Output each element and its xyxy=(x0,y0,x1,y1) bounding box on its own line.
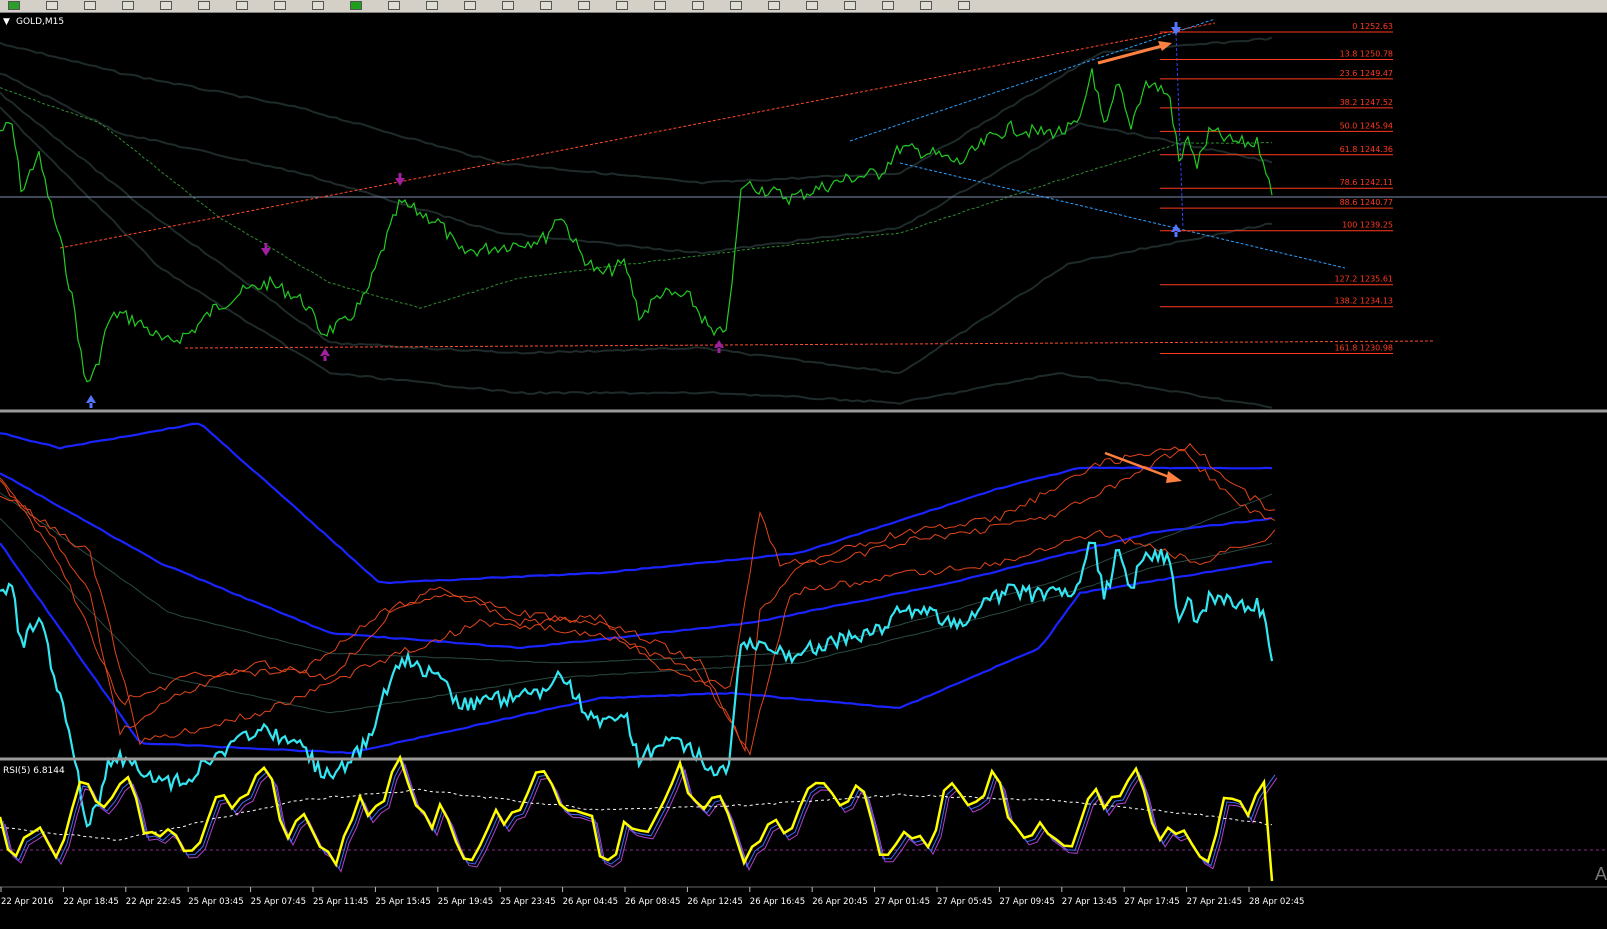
osc-red-line-0 xyxy=(0,443,1276,737)
time-label-6: 25 Apr 15:45 xyxy=(375,897,430,907)
time-label-13: 26 Apr 20:45 xyxy=(812,897,867,907)
fib-level-label-3: 38.2 1247.52 xyxy=(1340,98,1393,107)
time-label-10: 26 Apr 08:45 xyxy=(625,897,680,907)
osc-red-line-2 xyxy=(0,495,1276,756)
channel-icon[interactable] xyxy=(540,1,552,10)
time-label-20: 28 Apr 02:45 xyxy=(1249,897,1304,907)
cursor-icon[interactable] xyxy=(464,1,476,10)
timeframe-W1[interactable] xyxy=(920,1,932,10)
time-label-1: 22 Apr 18:45 xyxy=(63,897,118,907)
rsi-line xyxy=(0,754,1274,882)
crosshair-icon[interactable] xyxy=(236,1,248,10)
line-icon[interactable] xyxy=(312,1,324,10)
arrow-icon[interactable] xyxy=(616,1,628,10)
oscillator-panel[interactable] xyxy=(0,422,1276,828)
tile-icon[interactable] xyxy=(160,1,172,10)
time-label-2: 22 Apr 22:45 xyxy=(126,897,181,907)
main-panel-title: GOLD,M15 xyxy=(16,17,64,27)
osc-band-3 xyxy=(0,518,1273,714)
profiles-icon[interactable] xyxy=(46,1,58,10)
timeframe-H4[interactable] xyxy=(844,1,856,10)
fib-level-label-7: 88.6 1240.77 xyxy=(1340,198,1393,207)
divergence-arrowhead-osc xyxy=(1166,471,1182,483)
zoom-out-icon[interactable] xyxy=(122,1,134,10)
osc-band-1 xyxy=(0,472,1273,650)
time-label-19: 27 Apr 21:45 xyxy=(1187,897,1242,907)
fib-level-label-0: 0 1252.63 xyxy=(1352,22,1393,31)
time-label-17: 27 Apr 13:45 xyxy=(1062,897,1117,907)
main-price-panel[interactable]: 0 1252.63 13.8 1250.78 23.6 1249.47 38.2 12… xyxy=(0,13,1607,411)
time-label-15: 27 Apr 05:45 xyxy=(937,897,992,907)
time-label-8: 25 Apr 23:45 xyxy=(500,897,555,907)
time-label-18: 27 Apr 17:45 xyxy=(1124,897,1179,907)
trendline-icon[interactable] xyxy=(502,1,514,10)
fib-level-label-4: 50.0 1245.94 xyxy=(1340,121,1393,130)
time-axis-bg xyxy=(0,886,1607,929)
time-label-11: 26 Apr 12:45 xyxy=(687,897,742,907)
autotrading-icon[interactable] xyxy=(388,1,400,10)
text-icon[interactable] xyxy=(274,1,286,10)
fib-level-label-1: 13.8 1250.78 xyxy=(1340,49,1393,58)
time-label-16: 27 Apr 09:45 xyxy=(999,897,1054,907)
fib-level-label-6: 78.6 1242.11 xyxy=(1340,178,1393,187)
time-label-5: 25 Apr 11:45 xyxy=(313,897,368,907)
rsi-panel[interactable]: RSI(5) 6.8144 xyxy=(0,754,1607,882)
watermark-text: A xyxy=(1595,864,1607,884)
new-chart-icon[interactable] xyxy=(8,1,20,10)
new-order-icon[interactable] xyxy=(350,1,362,10)
osc-red-line-1 xyxy=(0,446,1276,753)
timeframe-MN[interactable] xyxy=(958,1,970,10)
time-label-0: 22 Apr 2016 xyxy=(1,897,54,907)
time-label-4: 25 Apr 07:45 xyxy=(251,897,306,907)
fib-level-label-8: 100 1239.25 xyxy=(1342,221,1393,230)
divergence-arrow-osc xyxy=(1104,451,1173,480)
zoom-in-icon[interactable] xyxy=(84,1,96,10)
grid-icon[interactable] xyxy=(198,1,210,10)
timeframe-M30[interactable] xyxy=(768,1,780,10)
toolbar xyxy=(0,0,1607,13)
fib-level-label-5: 61.8 1244.36 xyxy=(1340,145,1393,154)
timeframe-M15[interactable] xyxy=(730,1,742,10)
timeframe-M5[interactable] xyxy=(692,1,704,10)
rsi-panel-title: RSI(5) 6.8144 xyxy=(3,766,65,776)
time-label-12: 26 Apr 16:45 xyxy=(750,897,805,907)
chart-area[interactable]: 0 1252.63 13.8 1250.78 23.6 1249.47 38.2 12… xyxy=(0,13,1607,929)
panel-menu-icon[interactable]: ▼ xyxy=(3,17,10,27)
fibo-icon[interactable] xyxy=(578,1,590,10)
fib-level-label-9: 127.2 1235.61 xyxy=(1334,275,1393,284)
time-label-14: 27 Apr 01:45 xyxy=(875,897,930,907)
fib-level-label-10: 138.2 1234.13 xyxy=(1334,297,1393,306)
time-label-9: 26 Apr 04:45 xyxy=(563,897,618,907)
watermark-corner: A xyxy=(1595,863,1607,913)
time-label-7: 25 Apr 19:45 xyxy=(438,897,493,907)
timeframe-D1[interactable] xyxy=(882,1,894,10)
fib-level-label-2: 23.6 1249.47 xyxy=(1340,69,1393,78)
time-label-3: 25 Apr 03:45 xyxy=(188,897,243,907)
osc-cyan-line xyxy=(0,541,1274,828)
timeframe-H1[interactable] xyxy=(806,1,818,10)
period-icon[interactable] xyxy=(426,1,438,10)
timeframe-M1[interactable] xyxy=(654,1,666,10)
fib-level-label-11: 161.8 1230.98 xyxy=(1334,344,1393,353)
